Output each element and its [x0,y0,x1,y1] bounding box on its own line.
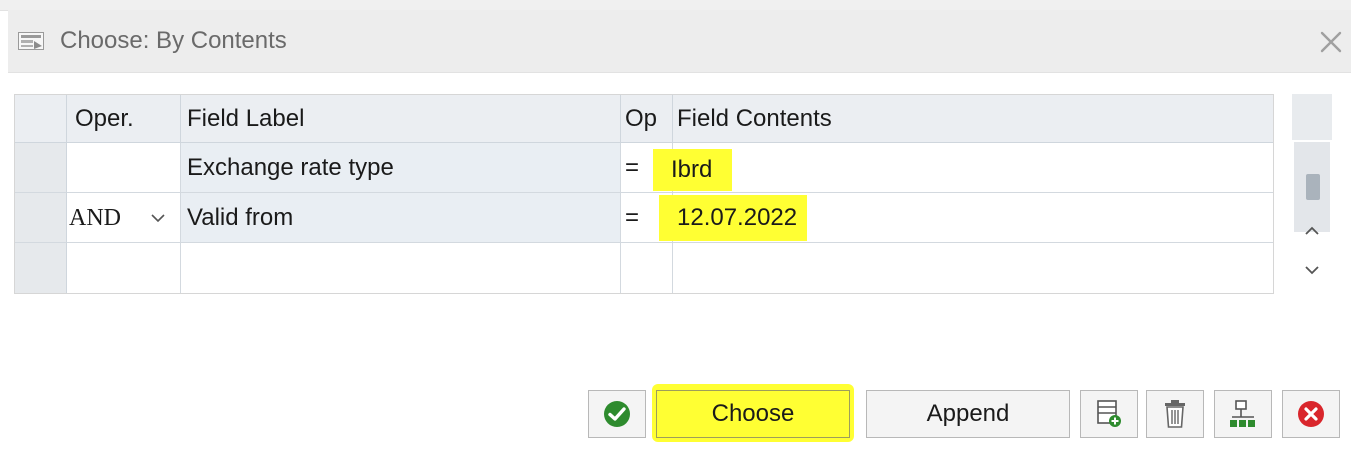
insert-row-button[interactable] [1080,390,1138,438]
field-contents-input[interactable]: Ibrd [653,143,1273,193]
field-label-cell: Valid from [181,193,621,243]
grip-icon [1306,174,1320,200]
choose-button[interactable]: Choose [656,390,850,438]
insert-row-icon [1097,400,1121,427]
row-selector[interactable] [15,243,67,293]
close-icon[interactable] [1317,28,1345,56]
check-circle-icon [604,401,630,427]
field-contents-value: 12.07.2022 [659,195,808,241]
field-label-cell: Exchange rate type [181,143,621,193]
field-contents-input[interactable]: 12.07.2022 [659,193,1273,243]
op-cell[interactable] [621,243,673,293]
scrollbar-header [1292,94,1332,140]
oper-cell [67,243,181,293]
trash-icon [1165,400,1185,428]
field-contents-value: Ibrd [653,149,733,191]
header-field-contents: Field Contents [673,95,1273,143]
field-label-cell [181,243,621,293]
oper-cell [67,143,181,193]
row-selector[interactable] [15,193,67,243]
header-field-label: Field Label [181,95,621,143]
selection-table: Oper. Field Label Op Field Contents Exch… [14,94,1274,294]
dialog-icon [18,32,44,50]
oper-value: AND [69,205,121,231]
delete-button[interactable] [1146,390,1204,438]
cancel-button[interactable] [1282,390,1340,438]
vertical-scrollbar[interactable] [1292,94,1332,294]
tree-structure-icon [1230,400,1255,427]
row-selector[interactable] [15,143,67,193]
header-op: Op [621,95,673,143]
chevron-down-icon [151,214,165,223]
confirm-button[interactable] [588,390,646,438]
structure-button[interactable] [1214,390,1272,438]
dialog-title: Choose: By Contents [60,27,287,54]
field-contents-input[interactable] [673,243,1273,293]
header-oper: Oper. [67,95,181,143]
dialog-title-bar: Choose: By Contents [8,10,1351,73]
scroll-down-icon[interactable] [1292,256,1332,284]
scroll-up-icon[interactable] [1292,218,1332,246]
select-all-cell[interactable] [15,95,67,143]
append-button[interactable]: Append [866,390,1070,438]
oper-dropdown[interactable]: AND [67,193,181,243]
cancel-circle-icon [1298,401,1324,427]
